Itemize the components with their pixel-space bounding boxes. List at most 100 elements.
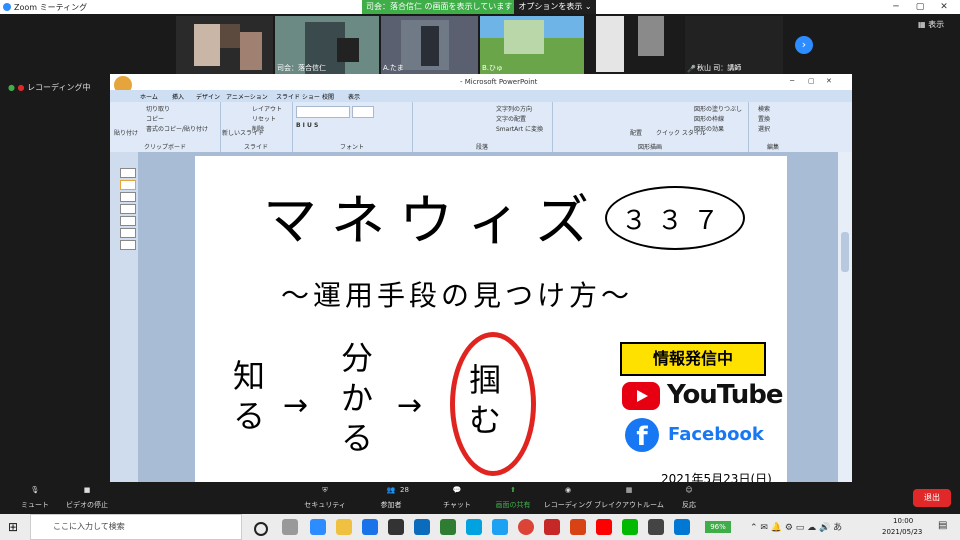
view-options-button[interactable]: オプションを表示 ⌄ [514, 0, 596, 14]
tab-home[interactable]: ホーム [140, 92, 158, 101]
line-icon[interactable] [622, 519, 638, 535]
step-know: 知る [233, 357, 266, 435]
chat-icon: 💬 [452, 486, 462, 494]
slides-group-label: スライド [243, 144, 268, 151]
select-button[interactable]: 選択 [758, 124, 770, 133]
edge-browser-icon[interactable] [310, 519, 326, 535]
paste-button[interactable]: 貼り付け [114, 128, 138, 137]
slide-canvas[interactable]: マネウィズ ３３７ ～運用手段の見つけ方～ 知る → 分かる → 掴む 情報発信… [195, 156, 787, 484]
ppt-maximize-icon[interactable]: ▢ [808, 77, 815, 85]
cut-button[interactable]: 切り取り [146, 104, 170, 113]
clipboard-group-label: クリップボード [143, 144, 186, 151]
scrollbar-thumb[interactable] [841, 232, 849, 272]
reactions-label: 反応 [682, 501, 696, 509]
ppt-minimize-icon[interactable]: ─ [790, 77, 794, 85]
tab-slideshow[interactable]: スライド ショー [276, 92, 320, 101]
ppt-title-bar: - Microsoft PowerPoint ─ ▢ ✕ [110, 74, 852, 94]
find-button[interactable]: 検索 [758, 104, 770, 113]
recording-label: レコーディング中 [27, 83, 91, 92]
reactions-button[interactable]: ☺ 反応 [654, 482, 724, 514]
slide-thumbnail[interactable] [120, 204, 136, 214]
font-name-select[interactable] [296, 106, 350, 118]
vertical-scrollbar[interactable] [838, 152, 852, 484]
participant-video[interactable]: B.ひゅ [480, 16, 584, 75]
powerpoint-icon[interactable] [570, 519, 586, 535]
shape-effects-button[interactable]: 図形の効果 [694, 124, 724, 133]
font-size-select[interactable] [352, 106, 374, 118]
record-button[interactable]: ◉ レコーディング [533, 482, 603, 514]
notification-center-icon[interactable]: ▤ [938, 520, 947, 531]
format-painter-button[interactable]: 書式のコピー/貼り付け [146, 124, 208, 133]
shape-fill-button[interactable]: 図形の塗りつぶし [694, 104, 742, 113]
slide-subtitle: ～運用手段の見つけ方～ [281, 279, 634, 312]
slide-thumbnail[interactable] [120, 216, 136, 226]
arrange-button[interactable]: 配置 [630, 128, 642, 137]
layout-button[interactable]: レイアウト [252, 104, 282, 113]
zoom-app-icon[interactable] [414, 519, 430, 535]
clock-time[interactable]: 10:00 [893, 517, 913, 525]
leave-meeting-button[interactable]: 退出 [913, 489, 951, 507]
task-view-icon[interactable] [282, 519, 298, 535]
reset-button[interactable]: リセット [252, 114, 276, 123]
muted-mic-icon: 🎤 [687, 65, 696, 73]
copy-button[interactable]: コピー [146, 114, 164, 123]
slide-thumbnail[interactable] [120, 168, 136, 178]
tab-review[interactable]: 校閲 [322, 92, 334, 101]
view-button[interactable]: ▦ 表示 [918, 19, 944, 30]
slide-thumbnail[interactable] [120, 240, 136, 250]
participants-button[interactable]: 👥 参加者 [356, 482, 426, 514]
battery-indicator[interactable]: 96% [705, 521, 731, 533]
smartart-button[interactable]: SmartArt に変換 [496, 124, 543, 133]
app-icon[interactable] [648, 519, 664, 535]
replace-button[interactable]: 置換 [758, 114, 770, 123]
youtube-icon[interactable] [596, 519, 612, 535]
youtube-label: YouTube [667, 380, 783, 410]
cortana-icon[interactable] [254, 522, 268, 536]
taskbar-search-input[interactable]: ここに入力して検索 [30, 514, 242, 540]
bold-icon[interactable]: B I U S [296, 122, 318, 129]
tab-animation[interactable]: アニメーション [226, 92, 268, 101]
tab-view[interactable]: 表示 [348, 92, 360, 101]
shape-outline-button[interactable]: 図形の枠線 [694, 114, 724, 123]
paragraph-group-label: 段落 [475, 144, 488, 151]
step-understand: 分かる [341, 339, 374, 457]
security-button[interactable]: ⛨ セキュリティ [290, 482, 360, 514]
calendar-icon[interactable] [466, 519, 482, 535]
tab-design[interactable]: デザイン [196, 92, 220, 101]
clock-date[interactable]: 2021/05/23 [882, 528, 922, 536]
ribbon-tabs: ホーム 挿入 デザイン アニメーション スライド ショー 校閲 表示 [110, 90, 852, 102]
twitter-icon[interactable] [492, 519, 508, 535]
file-explorer-icon[interactable] [336, 519, 352, 535]
windows-start-icon[interactable]: ⊞ [8, 520, 18, 534]
participant-video[interactable]: A.たま [381, 16, 478, 75]
app-icon[interactable] [544, 519, 560, 535]
tab-insert[interactable]: 挿入 [172, 92, 184, 101]
app-icon[interactable] [440, 519, 456, 535]
slide-thumbnail[interactable] [120, 180, 136, 190]
app-icon[interactable] [674, 519, 690, 535]
participant-video[interactable]: 司会：落合信仁 [275, 16, 379, 75]
participant-video[interactable] [176, 16, 273, 75]
font-group: B I U S フォント [292, 102, 413, 152]
participant-video[interactable] [586, 16, 683, 75]
minimize-icon[interactable]: ─ [884, 0, 908, 14]
next-page-arrow-icon[interactable]: › [795, 36, 813, 54]
system-tray-icons[interactable]: ⌃ ✉ 🔔 ⚙ ▭ ☁ 🔊 あ [750, 520, 842, 533]
participants-icon: 👥 [386, 486, 396, 494]
maximize-icon[interactable]: ▢ [908, 0, 932, 14]
store-icon[interactable] [362, 519, 378, 535]
close-icon[interactable]: ✕ [932, 0, 956, 14]
windows-taskbar: ⊞ ここに入力して検索 96% ⌃ ✉ 🔔 ⚙ ▭ ☁ 🔊 あ 10:00 20… [0, 514, 960, 540]
slide-thumbnail[interactable] [120, 228, 136, 238]
slide-thumbnail[interactable] [120, 192, 136, 202]
chrome-icon[interactable] [518, 519, 534, 535]
text-direction-button[interactable]: 文字列の方向 [496, 104, 532, 113]
participants-label: 参加者 [380, 501, 402, 509]
ppt-close-icon[interactable]: ✕ [826, 77, 832, 85]
participant-video[interactable]: 🎤 秋山 司：講師 [685, 16, 783, 75]
app-icon[interactable] [388, 519, 404, 535]
delete-button[interactable]: 削除 [252, 124, 264, 133]
smiley-icon: ☺ [685, 486, 693, 494]
align-text-button[interactable]: 文字の配置 [496, 114, 526, 123]
stop-video-button[interactable]: ■ ビデオの停止 [52, 482, 122, 514]
